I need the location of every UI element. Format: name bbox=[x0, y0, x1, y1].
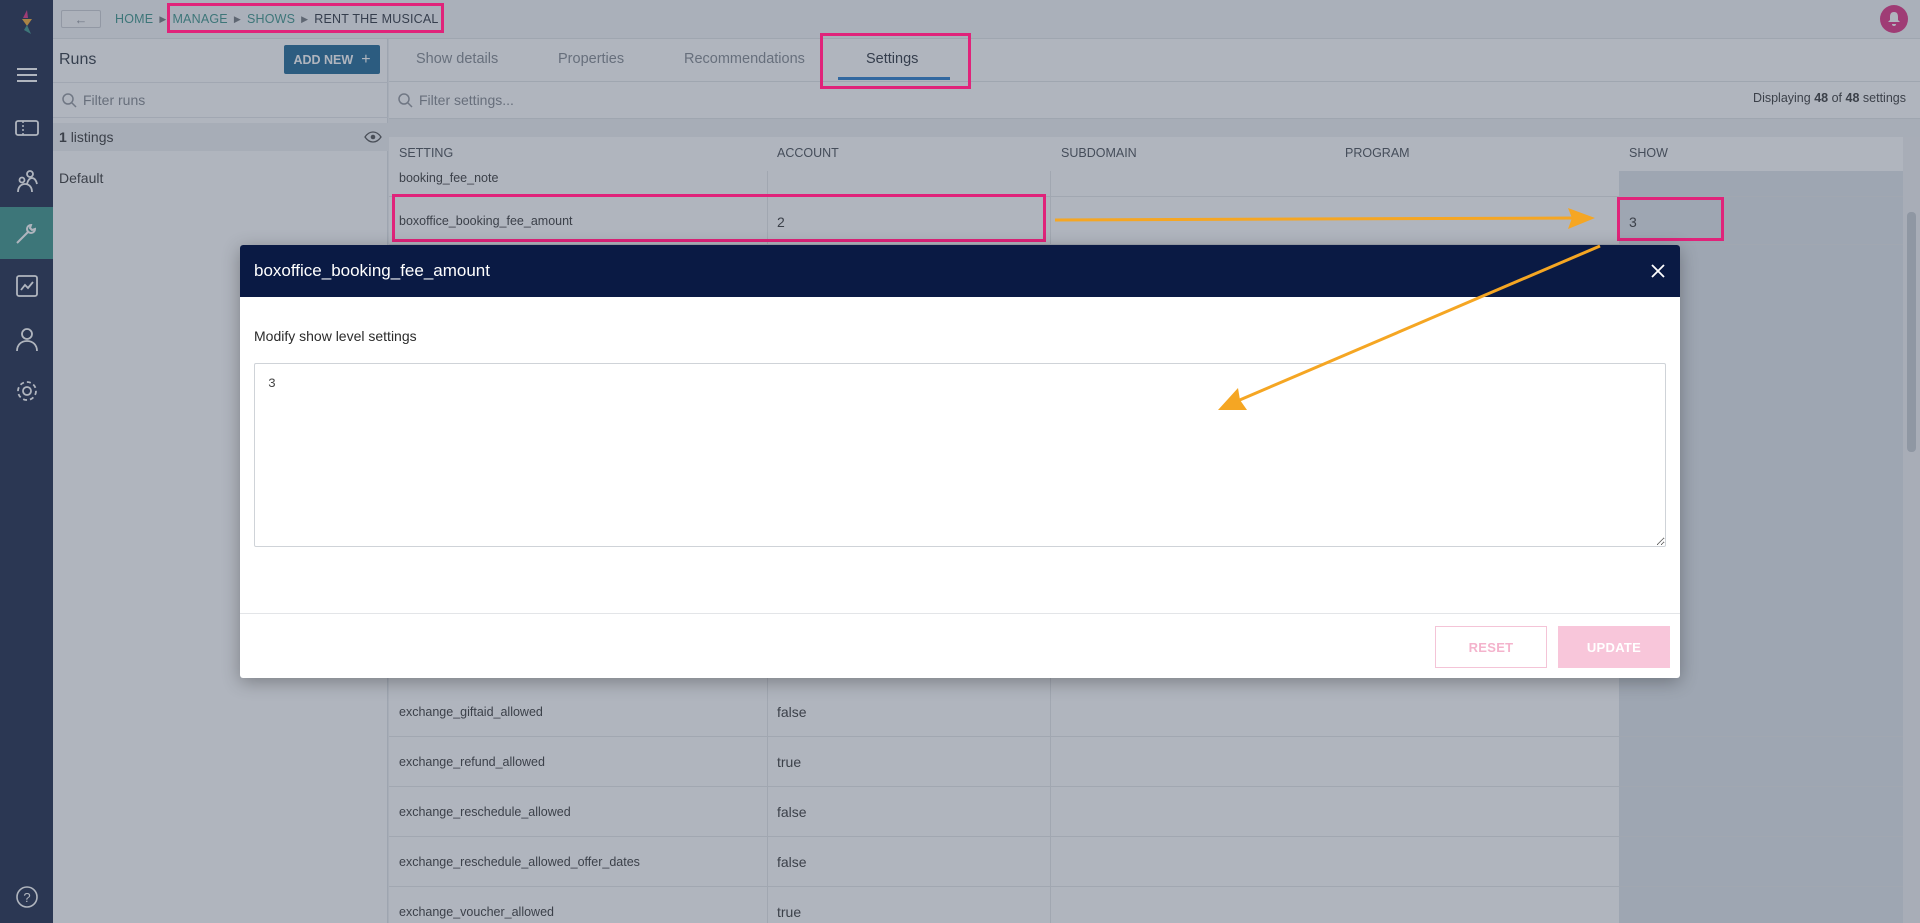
close-icon[interactable] bbox=[1648, 261, 1668, 281]
modal-field-label: Modify show level settings bbox=[254, 328, 417, 344]
update-button[interactable]: UPDATE bbox=[1558, 626, 1670, 668]
setting-value-textarea[interactable]: 3 bbox=[254, 363, 1666, 547]
edit-setting-modal: boxoffice_booking_fee_amount Modify show… bbox=[240, 245, 1680, 678]
reset-button[interactable]: RESET bbox=[1435, 626, 1547, 668]
highlight-setting-row bbox=[392, 194, 1046, 242]
highlight-settings-tab bbox=[820, 33, 971, 89]
modal-header: boxoffice_booking_fee_amount bbox=[240, 245, 1680, 297]
highlight-show-value bbox=[1617, 197, 1724, 241]
modal-title: boxoffice_booking_fee_amount bbox=[254, 261, 490, 280]
highlight-breadcrumb bbox=[167, 3, 444, 33]
modal-divider bbox=[240, 613, 1680, 614]
